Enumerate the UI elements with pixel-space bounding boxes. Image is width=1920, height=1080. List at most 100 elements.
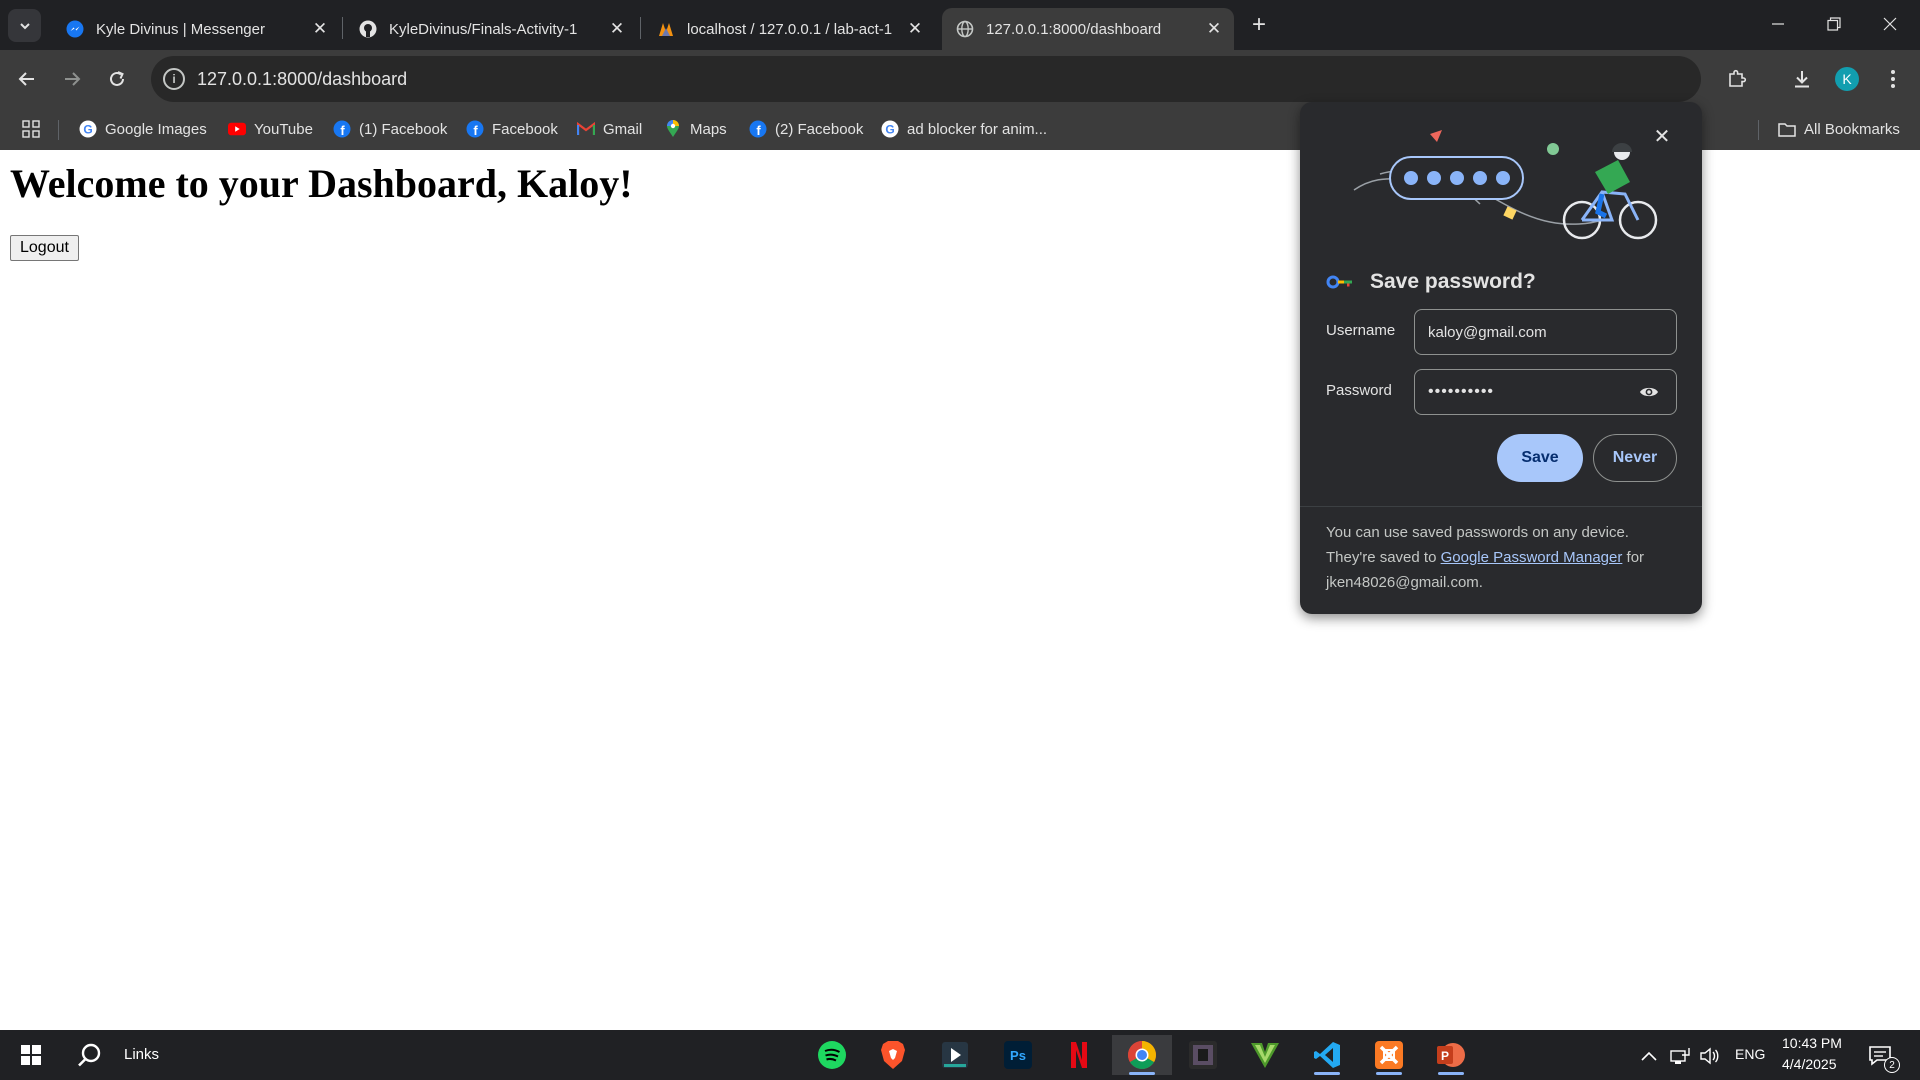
bookmark-facebook-1[interactable]: f (1) Facebook — [333, 118, 447, 140]
taskbar-brave[interactable] — [868, 1035, 918, 1075]
forward-button[interactable] — [55, 62, 89, 96]
logout-button[interactable]: Logout — [10, 235, 79, 261]
tab-title: localhost / 127.0.0.1 / lab-act-1 — [687, 20, 893, 38]
menu-button[interactable] — [1876, 62, 1910, 96]
tab-phpmyadmin[interactable]: localhost / 127.0.0.1 / lab-act-1 ✕ — [643, 8, 935, 50]
taskbar-spotify[interactable] — [807, 1035, 857, 1075]
dialog-footer: You can use saved passwords on any devic… — [1326, 520, 1682, 595]
media-app-icon — [942, 1042, 968, 1068]
close-dialog-button[interactable]: ✕ — [1650, 124, 1674, 148]
notification-count-badge: 2 — [1884, 1057, 1900, 1073]
svg-text:P: P — [1441, 1049, 1449, 1063]
windows-icon — [21, 1045, 41, 1065]
apps-button[interactable] — [22, 118, 40, 140]
vim-icon — [1251, 1043, 1279, 1068]
tab-github[interactable]: KyleDivinus/Finals-Activity-1 ✕ — [345, 8, 637, 50]
svg-text:G: G — [83, 123, 92, 137]
brave-icon — [881, 1041, 905, 1069]
chevron-down-icon — [19, 22, 30, 29]
bookmark-label: ad blocker for anim... — [907, 120, 1048, 138]
more-vert-icon — [1891, 70, 1895, 88]
taskbar-photoshop[interactable]: Ps — [993, 1035, 1043, 1075]
downloads-button[interactable] — [1785, 62, 1819, 96]
active-indicator — [1376, 1072, 1402, 1075]
taskbar-powerpoint[interactable]: P — [1426, 1035, 1476, 1075]
browser-toolbar: i 127.0.0.1:8000/dashboard K — [0, 50, 1920, 139]
bookmark-ad-blocker[interactable]: G ad blocker for anim... — [881, 118, 1047, 140]
tab-messenger[interactable]: Kyle Divinus | Messenger ✕ — [52, 8, 340, 50]
close-icon[interactable]: ✕ — [903, 17, 927, 41]
bookmark-label: YouTube — [254, 120, 313, 138]
volume-icon[interactable] — [1699, 1045, 1721, 1067]
language-indicator[interactable]: ENG — [1735, 1046, 1765, 1062]
close-icon[interactable]: ✕ — [1202, 17, 1226, 41]
taskbar-search-label[interactable]: Links — [124, 1046, 159, 1063]
close-icon[interactable]: ✕ — [605, 17, 629, 41]
active-indicator — [1314, 1072, 1340, 1075]
google-icon: G — [79, 120, 97, 138]
clock-date[interactable]: 4/4/2025 — [1782, 1056, 1837, 1072]
extensions-button[interactable] — [1720, 62, 1754, 96]
eye-icon[interactable] — [1636, 379, 1662, 405]
taskbar-chrome[interactable] — [1112, 1035, 1172, 1075]
taskbar-search-button[interactable] — [64, 1035, 114, 1075]
notifications-button[interactable]: 2 — [1866, 1043, 1900, 1073]
close-window-button[interactable] — [1862, 0, 1918, 48]
taskbar-netflix[interactable] — [1054, 1035, 1104, 1075]
youtube-icon — [228, 120, 246, 138]
password-field[interactable]: •••••••••• — [1414, 369, 1677, 415]
apps-grid-icon — [22, 120, 40, 138]
puzzle-icon — [1729, 69, 1747, 87]
close-icon[interactable]: ✕ — [308, 17, 332, 41]
reload-icon — [110, 71, 124, 86]
search-icon — [78, 1043, 101, 1067]
reload-button[interactable] — [100, 62, 134, 96]
restore-icon — [1827, 17, 1841, 31]
taskbar-xampp[interactable] — [1364, 1035, 1414, 1075]
bookmark-youtube[interactable]: YouTube — [228, 118, 313, 140]
messenger-icon — [66, 20, 84, 38]
page-title: Welcome to your Dashboard, Kaloy! — [10, 161, 633, 206]
new-tab-button[interactable]: + — [1245, 11, 1273, 39]
bookmark-google-images[interactable]: G Google Images — [79, 118, 207, 140]
tab-dashboard[interactable]: 127.0.0.1:8000/dashboard ✕ — [942, 8, 1234, 50]
password-label: Password — [1326, 382, 1392, 399]
site-info-icon[interactable]: i — [163, 68, 185, 90]
save-button[interactable]: Save — [1497, 434, 1583, 482]
network-icon[interactable] — [1669, 1045, 1691, 1067]
bookmark-label: (2) Facebook — [775, 120, 864, 138]
facebook-icon: f — [466, 120, 484, 138]
taskbar-app-kdenlive[interactable] — [930, 1035, 980, 1075]
password-manager-link[interactable]: Google Password Manager — [1441, 549, 1623, 566]
taskbar-vim[interactable] — [1240, 1035, 1290, 1075]
bookmark-separator — [1758, 120, 1759, 140]
back-button[interactable] — [10, 62, 44, 96]
facebook-icon: f — [749, 120, 767, 138]
url-text[interactable]: 127.0.0.1:8000/dashboard — [197, 69, 1701, 90]
never-button[interactable]: Never — [1593, 434, 1677, 482]
arrow-right-icon — [65, 72, 81, 86]
bookmark-maps[interactable]: Maps — [664, 118, 727, 140]
username-field[interactable]: kaloy@gmail.com — [1414, 309, 1677, 355]
restore-button[interactable] — [1806, 0, 1862, 48]
active-indicator — [1438, 1072, 1464, 1075]
maps-icon — [664, 120, 682, 138]
username-value: kaloy@gmail.com — [1428, 323, 1547, 341]
clock-time[interactable]: 10:43 PM — [1782, 1035, 1842, 1051]
github-icon — [359, 20, 377, 38]
minimize-button[interactable] — [1750, 0, 1806, 48]
bookmark-facebook-2[interactable]: f (2) Facebook — [749, 118, 863, 140]
tab-separator — [640, 17, 641, 39]
chevron-up-icon[interactable] — [1638, 1045, 1660, 1067]
taskbar-game[interactable] — [1178, 1035, 1228, 1075]
taskbar-vscode[interactable] — [1302, 1035, 1352, 1075]
bookmark-gmail[interactable]: Gmail — [577, 118, 642, 140]
profile-avatar[interactable]: K — [1830, 62, 1864, 96]
address-bar[interactable]: i 127.0.0.1:8000/dashboard — [151, 56, 1701, 102]
password-key-icon — [1326, 275, 1352, 289]
tab-search-button[interactable] — [8, 9, 41, 42]
chrome-icon — [1128, 1041, 1156, 1069]
all-bookmarks-button[interactable]: All Bookmarks — [1778, 118, 1900, 140]
start-button[interactable] — [6, 1035, 56, 1075]
bookmark-facebook[interactable]: f Facebook — [466, 118, 558, 140]
